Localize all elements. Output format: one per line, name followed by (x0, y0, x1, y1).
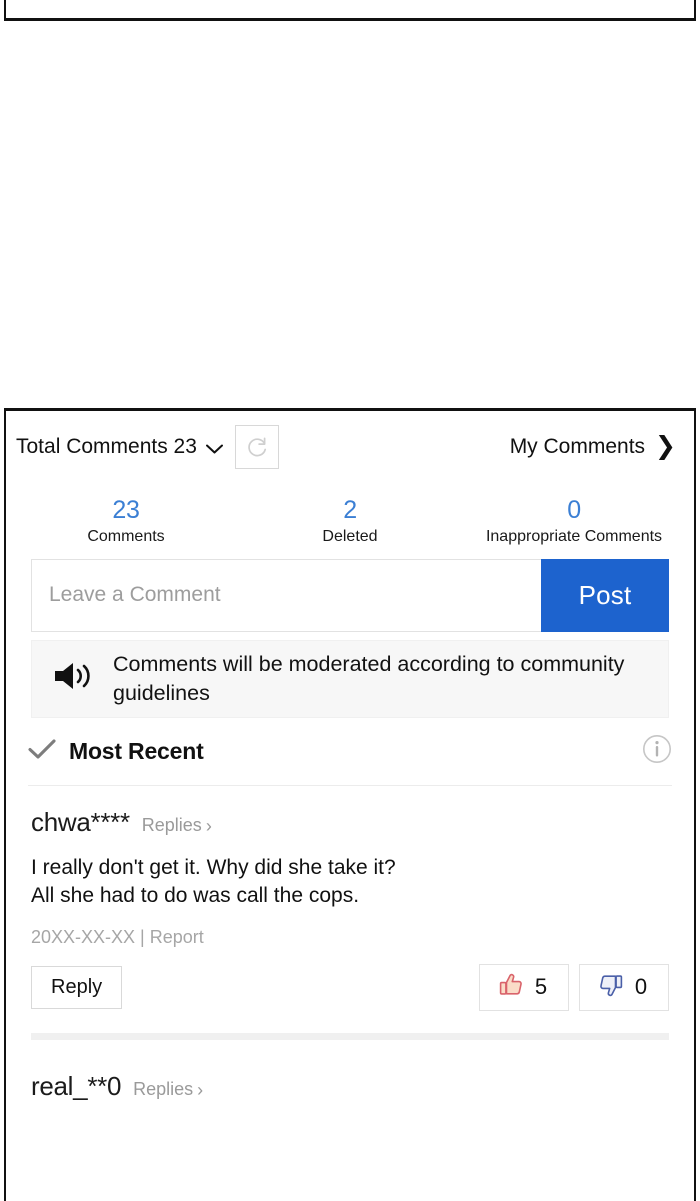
refresh-icon (244, 434, 270, 460)
chevron-down-icon (205, 444, 223, 454)
comment-date: 20XX-XX-XX (31, 926, 136, 947)
comment-header: real_**0 Replies › (31, 1072, 669, 1101)
moderation-notice-text: Comments will be moderated according to … (113, 651, 625, 705)
comment-header: chwa**** Replies › (31, 808, 669, 837)
replies-link[interactable]: Replies › (133, 1079, 203, 1100)
replies-link[interactable]: Replies › (142, 815, 212, 836)
stat-inappropriate-value: 0 (567, 496, 581, 524)
meta-separator: | (135, 926, 150, 947)
comment-body: I really don't get it. Why did she take … (31, 855, 396, 907)
screenshot-root: Total Comments 23 My Comments ❯ 23 Comme… (0, 0, 700, 1201)
moderation-notice: Comments will be moderated according to … (31, 639, 669, 718)
stat-deleted-value: 2 (343, 496, 357, 524)
sort-row: Most Recent (28, 718, 672, 786)
top-panel-stub (4, 0, 696, 21)
panel-header: Total Comments 23 My Comments ❯ (6, 411, 694, 483)
sort-label: Most Recent (69, 737, 204, 764)
sort-most-recent[interactable]: Most Recent (28, 738, 204, 765)
vote-group: 5 0 (479, 963, 669, 1011)
thumbs-up-icon (498, 972, 524, 1003)
report-link[interactable]: Report (150, 927, 204, 947)
post-button[interactable]: Post (541, 558, 669, 632)
info-icon[interactable] (642, 734, 672, 769)
thumbs-down-icon (598, 972, 624, 1003)
stats-row: 23 Comments 2 Deleted 0 Inappropriate Co… (6, 497, 694, 549)
stat-comments-value: 23 (112, 496, 140, 524)
chevron-right-icon: › (205, 816, 212, 837)
stat-comments-label: Comments (87, 528, 165, 546)
stat-inappropriate[interactable]: 0 Inappropriate Comments (462, 497, 686, 549)
stat-comments[interactable]: 23 Comments (14, 497, 238, 549)
comment-author: real_**0 (31, 1070, 122, 1101)
comment-item: real_**0 Replies › (6, 1040, 694, 1101)
chevron-right-icon: ❯ (655, 431, 676, 460)
comment-actions: Reply 5 0 (31, 963, 669, 1011)
replies-label: Replies (141, 814, 202, 835)
my-comments-link[interactable]: My Comments ❯ (509, 431, 676, 460)
panel-header-left: Total Comments 23 (16, 425, 279, 469)
like-count: 5 (534, 974, 548, 1000)
stat-inappropriate-label: Inappropriate Comments (485, 528, 663, 546)
speaker-icon (52, 659, 96, 698)
dislike-count: 0 (634, 974, 648, 1000)
refresh-button[interactable] (234, 425, 279, 469)
comment-input[interactable] (31, 558, 541, 632)
check-icon (28, 738, 56, 765)
comment-item: chwa**** Replies › I really don't get it… (6, 786, 694, 1011)
chevron-right-icon: › (197, 1080, 204, 1101)
like-button[interactable]: 5 (479, 963, 569, 1011)
my-comments-label: My Comments (509, 435, 646, 458)
stat-deleted-label: Deleted (322, 528, 378, 546)
total-comments-dropdown[interactable]: Total Comments 23 (16, 435, 223, 459)
comment-separator (31, 1032, 669, 1040)
dislike-button[interactable]: 0 (579, 963, 669, 1011)
total-comments-label: Total Comments 23 (16, 435, 197, 458)
stat-deleted[interactable]: 2 Deleted (238, 497, 462, 549)
comment-author: chwa**** (31, 806, 130, 837)
comments-panel: Total Comments 23 My Comments ❯ 23 Comme… (4, 408, 696, 1201)
comment-composer: Post (31, 558, 669, 632)
replies-label: Replies (133, 1078, 194, 1099)
comment-meta: 20XX-XX-XX | Report (31, 927, 669, 948)
reply-button[interactable]: Reply (31, 965, 123, 1009)
